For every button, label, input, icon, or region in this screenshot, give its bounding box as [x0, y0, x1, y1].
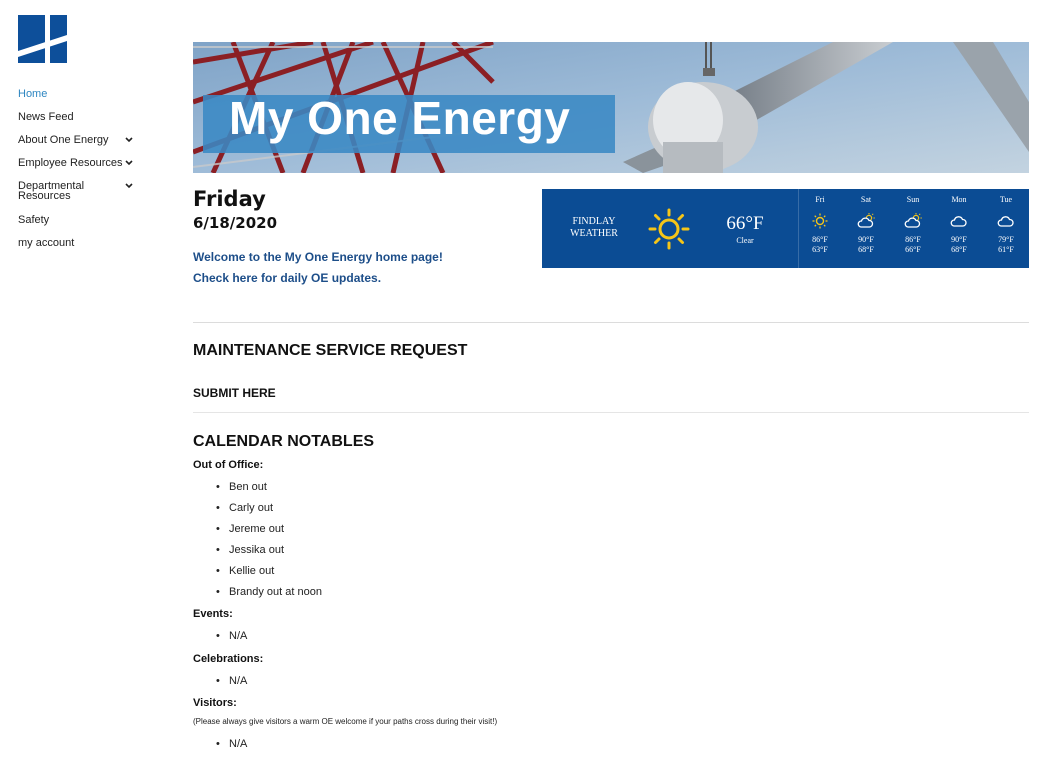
- visitors-label: Visitors:: [193, 697, 237, 709]
- daily-updates-link[interactable]: Check here for daily OE updates.: [193, 271, 381, 285]
- current-temperature: 66°F: [726, 213, 764, 234]
- forecast-day-name: Sun: [906, 195, 920, 204]
- list-item-text: Ben out: [229, 481, 267, 493]
- forecast-day-name: Tue: [999, 195, 1013, 204]
- nav-news-feed-label: News Feed: [18, 111, 74, 123]
- banner-title: My One Energy: [229, 92, 571, 144]
- forecast-low: 61°F: [998, 245, 1014, 254]
- chevron-down-icon[interactable]: [123, 158, 135, 168]
- nav-employee-resources-label: Employee Resources: [18, 157, 123, 169]
- current-date: 6/18/2020: [193, 214, 278, 232]
- forecast-day: Sat 90°F 68°F: [846, 195, 886, 255]
- sun-icon: [648, 208, 690, 250]
- list-item: N/A: [216, 738, 247, 750]
- list-item: Brandy out at noon: [216, 586, 322, 598]
- list-item-text: N/A: [229, 738, 248, 750]
- welcome-message: Welcome to the My One Energy home page!: [193, 250, 443, 264]
- list-item-text: Carly out: [229, 502, 274, 514]
- list-item-text: N/A: [229, 630, 248, 642]
- one-energy-logo[interactable]: [18, 15, 67, 63]
- chevron-down-icon[interactable]: [123, 182, 135, 192]
- list-item: Jereme out: [216, 523, 284, 535]
- list-item-text: Jessika out: [229, 544, 285, 556]
- forecast-high: 86°F: [905, 235, 921, 244]
- partly-cloudy-icon: [904, 213, 922, 228]
- nav-about-one-energy[interactable]: About One Energy: [18, 134, 168, 146]
- nav-departmental-resources[interactable]: Departmental Resources: [18, 181, 168, 202]
- list-item: Jessika out: [216, 544, 284, 556]
- current-condition: Clear: [736, 236, 754, 245]
- list-item-text: Kellie out: [229, 565, 275, 577]
- forecast-day-name: Sat: [860, 195, 872, 204]
- nav-departmental-line2: Resources: [18, 190, 71, 202]
- section-divider: [193, 412, 1029, 413]
- nav-safety-label: Safety: [18, 214, 50, 226]
- cloud-icon: [950, 216, 967, 227]
- forecast-high: 86°F: [812, 235, 828, 244]
- nav-about-label: About One Energy: [18, 134, 109, 146]
- forecast-day-name: Mon: [951, 195, 967, 204]
- list-item: Kellie out: [216, 565, 274, 577]
- forecast-day-name: Fri: [815, 195, 825, 204]
- sun-icon: [812, 213, 828, 229]
- nav-safety[interactable]: Safety: [18, 214, 168, 226]
- forecast-high: 90°F: [951, 235, 967, 244]
- forecast-day: Tue 79°F 61°F: [986, 195, 1026, 255]
- nav-employee-resources[interactable]: Employee Resources: [18, 157, 168, 169]
- forecast-high: 90°F: [858, 235, 874, 244]
- nav-news-feed[interactable]: News Feed: [18, 111, 168, 123]
- weather-location: FINDLAY WEATHER: [564, 216, 624, 240]
- section-divider: [193, 322, 1029, 323]
- list-item: N/A: [216, 675, 247, 687]
- submit-here-link[interactable]: SUBMIT HERE: [193, 386, 276, 400]
- forecast-low: 63°F: [812, 245, 828, 254]
- forecast-day: Fri 86°F 63°F: [800, 195, 840, 255]
- current-day: Friday: [193, 187, 266, 211]
- nav-my-account[interactable]: my account: [18, 237, 168, 249]
- weather-city: FINDLAY: [572, 216, 616, 227]
- weather-divider: [798, 189, 799, 268]
- list-item-text: Brandy out at noon: [229, 586, 322, 598]
- events-label: Events:: [193, 608, 233, 620]
- nav-home-label: Home: [18, 88, 48, 100]
- list-item-text: N/A: [229, 675, 248, 687]
- partly-cloudy-icon: [857, 213, 875, 228]
- list-item: Carly out: [216, 502, 273, 514]
- hero-banner: My One Energy: [193, 42, 1029, 173]
- nav-my-account-label: my account: [18, 237, 75, 249]
- forecast-day: Mon 90°F 68°F: [939, 195, 979, 255]
- list-item: Ben out: [216, 481, 267, 493]
- weather-label: WEATHER: [570, 228, 618, 239]
- celebrations-label: Celebrations:: [193, 653, 264, 665]
- forecast-low: 66°F: [905, 245, 921, 254]
- cloud-icon: [997, 216, 1014, 227]
- forecast-low: 68°F: [858, 245, 874, 254]
- weather-widget[interactable]: FINDLAY WEATHER 66°F Clear Fri 86°F 63°F…: [542, 189, 1029, 268]
- nav-home[interactable]: Home: [18, 88, 168, 100]
- out-of-office-label: Out of Office:: [193, 459, 264, 471]
- list-item-text: Jereme out: [229, 523, 285, 535]
- calendar-notables-heading: CALENDAR NOTABLES: [193, 433, 375, 450]
- forecast-day: Sun 86°F 66°F: [893, 195, 933, 255]
- list-item: N/A: [216, 630, 247, 642]
- forecast-low: 68°F: [951, 245, 967, 254]
- forecast-high: 79°F: [998, 235, 1014, 244]
- nav-departmental-label: Departmental Resources: [18, 181, 84, 202]
- maintenance-heading: MAINTENANCE SERVICE REQUEST: [193, 342, 468, 359]
- chevron-down-icon[interactable]: [123, 135, 135, 145]
- visitors-note: (Please always give visitors a warm OE w…: [193, 717, 498, 726]
